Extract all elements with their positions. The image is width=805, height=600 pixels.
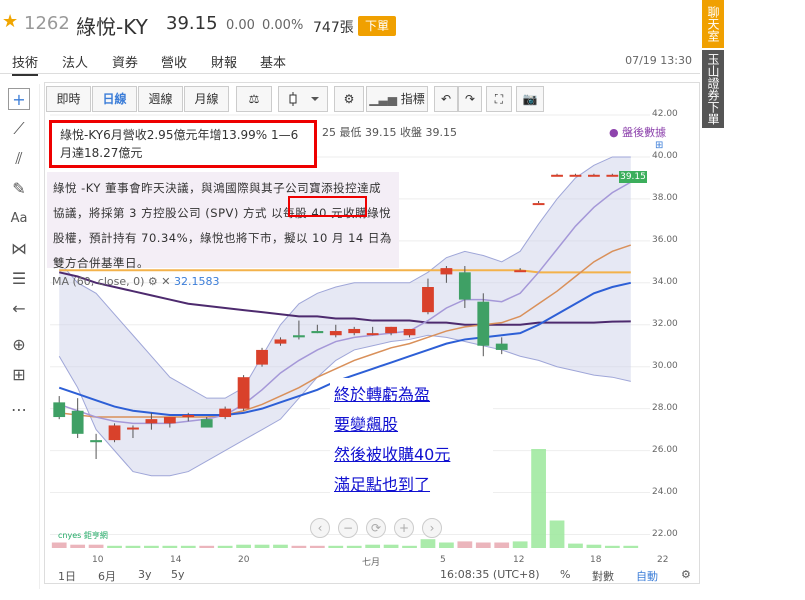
y-tick-label: 36.00 bbox=[652, 234, 678, 245]
crosshair-icon[interactable]: + bbox=[8, 88, 30, 110]
arrow-left-icon[interactable]: ← bbox=[8, 298, 30, 320]
y-tick-label: 42.00 bbox=[652, 109, 678, 119]
interval-realtime[interactable]: 即時 bbox=[46, 86, 91, 112]
scroll-right-icon[interactable]: › bbox=[422, 518, 442, 538]
zoom-out-icon[interactable]: − bbox=[338, 518, 358, 538]
x-tick-label: 18 bbox=[590, 555, 602, 565]
zoom-in-icon[interactable]: + bbox=[394, 518, 414, 538]
undo-icon[interactable]: ↶ bbox=[434, 86, 458, 112]
reset-icon[interactable]: ⟳ bbox=[366, 518, 386, 538]
collapse-icon[interactable]: ⊞ bbox=[655, 140, 663, 151]
ma-indicator-label: MA (60, close, 0) ⚙ ✕ 32.1583 bbox=[52, 275, 220, 288]
x-tick-label: 10 bbox=[92, 555, 104, 565]
main-tabs: 技術 法人 資券 營收 財報 基本 07/19 13:30 bbox=[0, 50, 700, 76]
stock-name: 綠悅-KY bbox=[76, 15, 148, 39]
last-price-tag: 39.15 bbox=[619, 171, 647, 183]
interval-weekly[interactable]: 週線 bbox=[138, 86, 183, 112]
y-tick-label: 40.00 bbox=[652, 150, 678, 161]
tab-institutional[interactable]: 法人 bbox=[62, 52, 88, 71]
camera-icon[interactable]: 📷 bbox=[516, 86, 544, 112]
tab-financials[interactable]: 財報 bbox=[211, 52, 237, 71]
drawing-toolbar: + ⟋ ⫽ ✎ Aa ⋈ ☰ ← ⊕ ⊞ ⋯ bbox=[0, 84, 40, 589]
highlight-box bbox=[288, 196, 367, 217]
y-tick-label: 24.00 bbox=[652, 486, 678, 497]
note-line-4: 滿足點也到了 bbox=[334, 475, 431, 494]
chat-room-button[interactable]: 聊天室 bbox=[702, 0, 724, 48]
note-line-1: 終於轉虧為盈 bbox=[334, 385, 431, 404]
price-change: 0.00 bbox=[226, 18, 255, 33]
tab-revenue[interactable]: 營收 bbox=[161, 52, 187, 71]
brush-icon[interactable]: ✎ bbox=[8, 178, 30, 200]
tab-margin[interactable]: 資券 bbox=[112, 52, 138, 71]
y-tick-label: 28.00 bbox=[652, 402, 678, 413]
y-tick-label: 26.00 bbox=[652, 444, 678, 455]
compare-scale-icon[interactable]: ⚖ bbox=[236, 86, 272, 112]
datetime: 07/19 13:30 bbox=[625, 54, 692, 67]
news-headline: 綠悅-KY6月營收2.95億元年增13.99% 1—6月達18.27億元 bbox=[60, 128, 299, 160]
zoom-icon[interactable]: ⊕ bbox=[8, 334, 30, 356]
stock-code: 1262 bbox=[24, 13, 70, 34]
trendline-icon[interactable]: ⟋ bbox=[8, 118, 30, 140]
news-headline-box: 綠悅-KY6月營收2.95億元年增13.99% 1—6月達18.27億元 bbox=[49, 120, 317, 168]
x-tick-label: 14 bbox=[170, 555, 182, 565]
tab-basics[interactable]: 基本 bbox=[260, 52, 286, 71]
y-tick-label: 30.00 bbox=[652, 360, 678, 371]
more-icon[interactable]: ⋯ bbox=[8, 399, 30, 421]
log-toggle[interactable]: 對數 bbox=[592, 568, 614, 584]
text-tool-icon[interactable]: Aa bbox=[8, 208, 30, 230]
fibonacci-icon[interactable]: ☰ bbox=[8, 268, 30, 290]
order-button[interactable]: 下單 bbox=[358, 16, 396, 36]
x-tick-label: 22 bbox=[657, 555, 669, 565]
settings-gear-icon[interactable]: ⚙ bbox=[334, 86, 364, 112]
auto-toggle[interactable]: 自動 bbox=[636, 568, 658, 584]
pattern-icon[interactable]: ⋈ bbox=[8, 238, 30, 260]
price-change-pct: 0.00% bbox=[262, 18, 304, 33]
x-tick-label: 20 bbox=[238, 555, 250, 565]
note-line-3: 然後被收購40元 bbox=[334, 445, 451, 464]
indicators-button[interactable]: ▁▃▅ 指標 bbox=[366, 86, 428, 112]
quote-header: ★ 1262 綠悅-KY 39.15 0.00 0.00% 747張 下單 bbox=[0, 0, 700, 48]
interval-daily[interactable]: 日線 bbox=[92, 86, 137, 112]
volume: 747張 bbox=[313, 20, 354, 36]
y-tick-label: 32.00 bbox=[652, 318, 678, 329]
range-3y[interactable]: 3y bbox=[138, 568, 152, 581]
range-6m[interactable]: 6月 bbox=[98, 568, 116, 584]
after-hours-label: 盤後數據 bbox=[622, 126, 667, 139]
range-5y[interactable]: 5y bbox=[171, 568, 185, 581]
chart-nav-controls: ‹ − ⟳ + › bbox=[310, 518, 445, 540]
cnyes-logo: cnyes 鉅亨網 bbox=[58, 531, 108, 540]
news-body: 綠悅 -KY 董事會昨天決議，與鴻國際與其子公司寶添投控達成協議，將採第 3 方… bbox=[47, 172, 399, 270]
bottom-bar: 1日 6月 3y 5y 16:08:35 (UTC+8) % 對數 自動 ⚙ bbox=[44, 566, 700, 584]
bar-chart-icon: ▁▃▅ bbox=[369, 92, 401, 106]
range-1d[interactable]: 1日 bbox=[58, 568, 76, 584]
clock-time: 16:08:35 (UTC+8) bbox=[440, 568, 540, 581]
y-tick-label: 22.00 bbox=[652, 528, 678, 539]
chart-settings-icon[interactable]: ⚙ bbox=[681, 568, 691, 581]
candle-dropdown-icon bbox=[289, 92, 319, 106]
esun-order-button[interactable]: 玉山證券下單 bbox=[702, 50, 724, 128]
y-tick-label: 34.00 bbox=[652, 276, 678, 287]
ma-value: 32.1583 bbox=[174, 275, 220, 288]
ohlc-readout: 25 最低 39.15 收盤 39.15 bbox=[322, 126, 457, 139]
pitchfork-icon[interactable]: ⫽ bbox=[8, 148, 30, 170]
percent-toggle[interactable]: % bbox=[560, 568, 570, 581]
fullscreen-icon[interactable]: ⛶ bbox=[486, 86, 512, 112]
favorite-star-icon[interactable]: ★ bbox=[2, 11, 18, 32]
zoom-out-left-icon[interactable]: ‹ bbox=[310, 518, 330, 538]
annotation-note: 終於轉虧為盈 要變飆股 然後被收購40元 滿足點也到了 bbox=[330, 378, 493, 506]
after-hours-toggle[interactable]: ● 盤後數據 bbox=[609, 124, 666, 140]
x-tick-label: 5 bbox=[440, 555, 446, 565]
redo-icon[interactable]: ↷ bbox=[458, 86, 482, 112]
tab-technical[interactable]: 技術 bbox=[12, 52, 39, 76]
chart-toolbar: 即時 日線 週線 月線 ⚖ ⚙ ▁▃▅ 指標 ↶ ↷ ⛶ 📷 bbox=[46, 86, 546, 112]
candlestick-type-icon[interactable] bbox=[278, 86, 328, 112]
interval-monthly[interactable]: 月線 bbox=[184, 86, 229, 112]
y-tick-label: 38.00 bbox=[652, 192, 678, 203]
stock-price: 39.15 bbox=[166, 13, 218, 34]
measure-icon[interactable]: ⊞ bbox=[8, 364, 30, 386]
note-line-2: 要變飆股 bbox=[334, 415, 399, 434]
x-tick-label: 12 bbox=[513, 555, 525, 565]
